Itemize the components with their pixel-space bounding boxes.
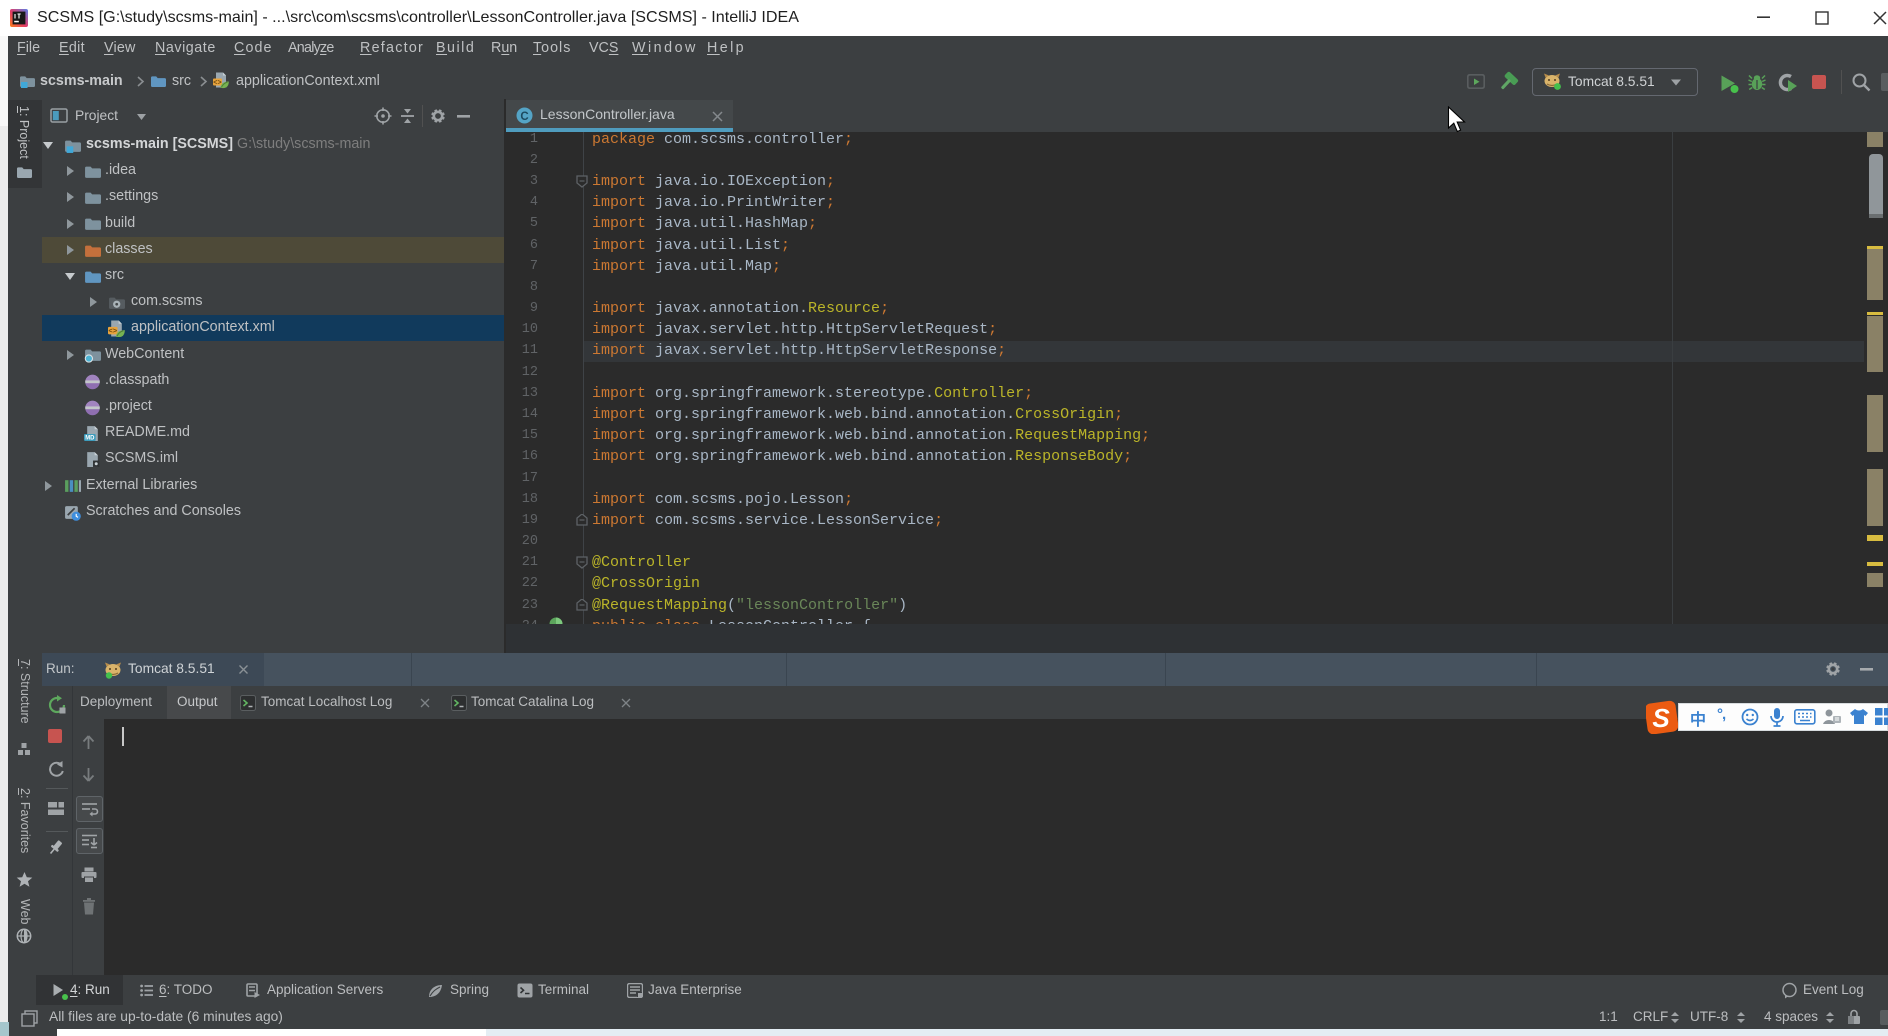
svg-text:C: C [520, 111, 528, 123]
svg-text:<>: <> [213, 79, 221, 87]
svg-text:S: S [1652, 703, 1670, 733]
svg-text:MD: MD [85, 436, 95, 442]
